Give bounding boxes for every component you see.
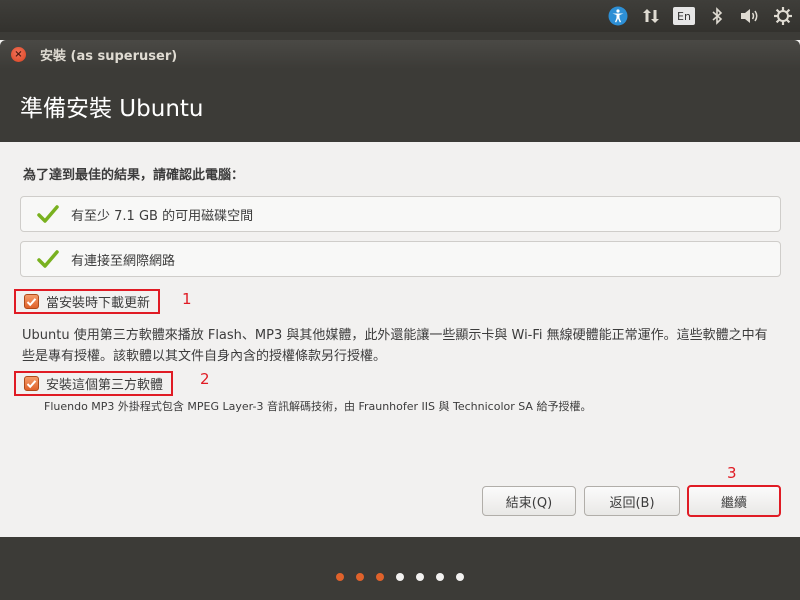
requirement-label: 有連接至網際網路 — [71, 253, 176, 269]
progress-dot — [336, 573, 344, 581]
subtitle: 為了達到最佳的結果，請確認此電腦： — [23, 168, 245, 183]
progress-dot — [356, 573, 364, 581]
quit-button[interactable]: 結束(Q) — [482, 486, 576, 516]
back-button[interactable]: 返回(B) — [584, 486, 680, 516]
language-badge: En — [673, 7, 695, 25]
close-icon: × — [14, 48, 23, 60]
download-updates-checkbox[interactable] — [24, 294, 39, 309]
window-title: 安裝 (as superuser) — [40, 49, 178, 64]
continue-button[interactable]: 繼續 — [687, 485, 781, 517]
volume-icon[interactable] — [739, 5, 761, 27]
annotation-number: 2 — [200, 370, 210, 388]
requirement-disk-space: 有至少 7.1 GB 的可用磁碟空間 — [20, 196, 781, 232]
third-party-checkbox[interactable] — [24, 376, 39, 391]
progress-dots — [0, 570, 800, 584]
progress-dot — [436, 573, 444, 581]
third-party-checkbox-row[interactable]: 安裝這個第三方軟體 — [14, 371, 174, 396]
requirement-label: 有至少 7.1 GB 的可用磁碟空間 — [71, 208, 254, 224]
progress-dot — [456, 573, 464, 581]
keyboard-layout-icon[interactable]: En — [673, 5, 695, 27]
progress-dot — [396, 573, 404, 581]
download-updates-label[interactable]: 當安裝時下載更新 — [46, 292, 150, 311]
installer-window: × 安裝 (as superuser) 準備安裝 Ubuntu 為了達到最佳的結… — [0, 40, 800, 537]
page-title: 準備安裝 Ubuntu — [20, 95, 204, 122]
fluendo-note: Fluendo MP3 外掛程式包含 MPEG Layer-3 音訊解碼技術，由… — [44, 400, 592, 413]
network-arrows-icon[interactable] — [640, 5, 662, 27]
checkmark-icon — [26, 297, 37, 306]
gear-icon[interactable] — [772, 5, 794, 27]
third-party-label[interactable]: 安裝這個第三方軟體 — [46, 374, 163, 393]
third-party-description: Ubuntu 使用第三方軟體來播放 Flash、MP3 與其他媒體，此外還能讓一… — [22, 328, 768, 364]
content-area: 為了達到最佳的結果，請確認此電腦： 有至少 7.1 GB 的可用磁碟空間 有連接… — [0, 142, 800, 537]
progress-dot — [376, 573, 384, 581]
annotation-number: 3 — [727, 464, 737, 482]
annotation-number: 1 — [182, 290, 192, 308]
check-icon — [37, 250, 59, 268]
requirement-internet: 有連接至網際網路 — [20, 241, 781, 277]
close-button[interactable]: × — [11, 47, 26, 62]
download-updates-checkbox-row[interactable]: 當安裝時下載更新 — [14, 289, 161, 314]
window-titlebar: × 安裝 (as superuser) — [0, 40, 800, 69]
top-panel: En — [0, 0, 800, 32]
checkmark-icon — [26, 379, 37, 388]
accessibility-icon[interactable] — [607, 5, 629, 27]
progress-dot — [416, 573, 424, 581]
header-band: 準備安裝 Ubuntu — [0, 69, 800, 142]
check-icon — [37, 205, 59, 223]
bluetooth-icon[interactable] — [706, 5, 728, 27]
